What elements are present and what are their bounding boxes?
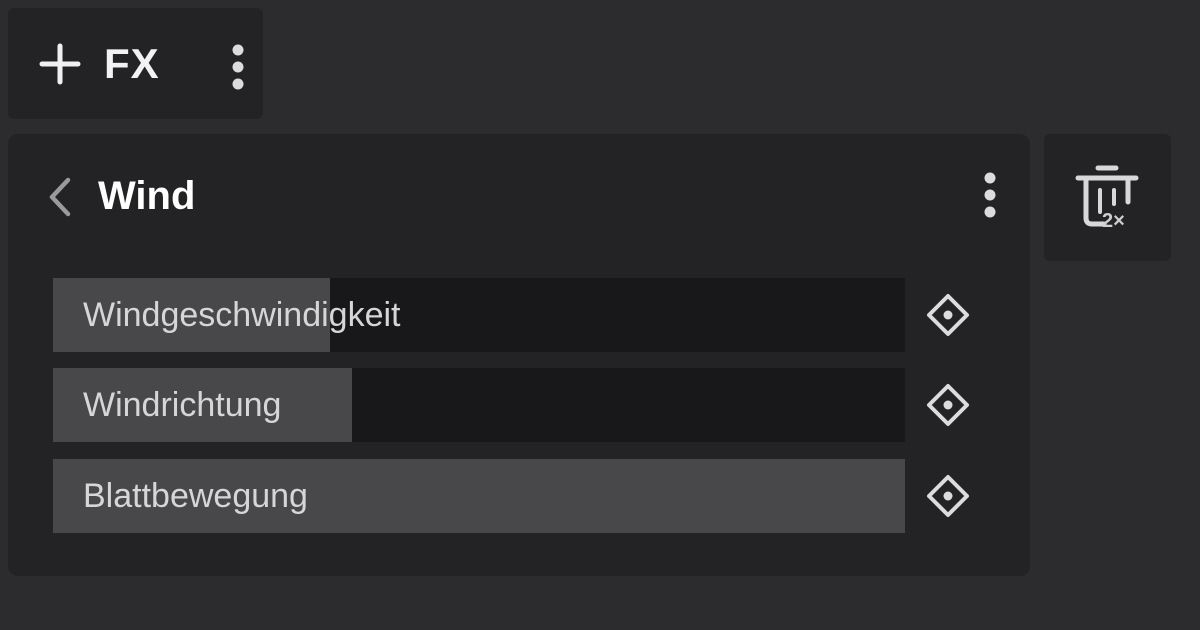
delete-button[interactable]: 2×	[1044, 134, 1171, 261]
more-vertical-icon	[984, 172, 996, 218]
panel-title: Wind	[98, 174, 196, 218]
more-vertical-icon	[232, 44, 244, 90]
panel-more-button[interactable]	[970, 170, 1010, 226]
param-slider-windrichtung[interactable]: Windrichtung	[53, 368, 905, 442]
param-label: Blattbewegung	[83, 477, 308, 515]
fx-more-button[interactable]	[218, 42, 258, 102]
fx-toolbar: FX	[8, 8, 263, 119]
keyframe-diamond-icon	[927, 475, 969, 517]
keyframe-button[interactable]	[924, 291, 972, 339]
param-slider-blattbewegung[interactable]: Blattbewegung	[53, 459, 905, 533]
plus-icon	[39, 43, 81, 85]
effect-panel: Wind Windgeschwindigkeit Windrichtung Bl…	[8, 134, 1030, 576]
keyframe-diamond-icon	[927, 384, 969, 426]
param-label: Windrichtung	[83, 386, 282, 424]
fx-label: FX	[104, 40, 160, 87]
delete-count-badge: 2×	[1102, 210, 1125, 232]
chevron-left-icon	[49, 177, 71, 217]
param-label: Windgeschwindigkeit	[83, 296, 401, 334]
back-button[interactable]	[44, 176, 76, 218]
keyframe-diamond-icon	[927, 294, 969, 336]
keyframe-button[interactable]	[924, 472, 972, 520]
keyframe-button[interactable]	[924, 381, 972, 429]
add-fx-button[interactable]: FX	[38, 36, 160, 92]
param-slider-windgeschwindigkeit[interactable]: Windgeschwindigkeit	[53, 278, 905, 352]
